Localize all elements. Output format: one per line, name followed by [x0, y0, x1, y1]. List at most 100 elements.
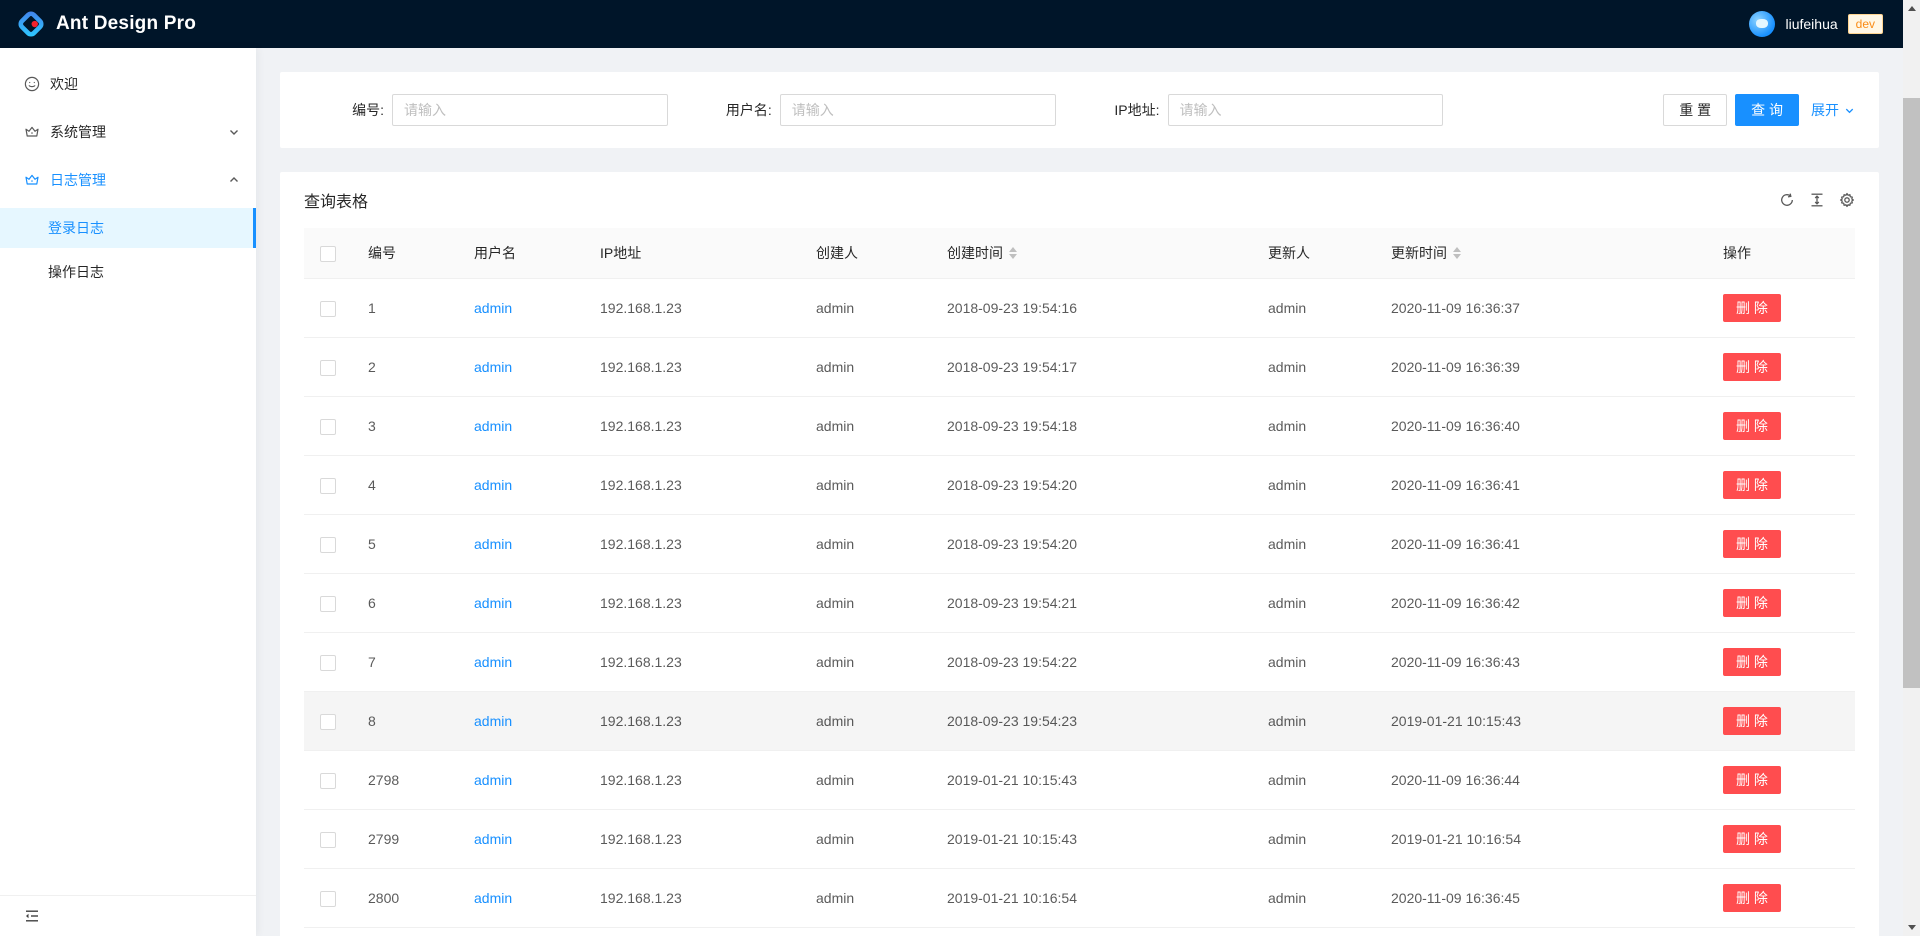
- table-row: 7admin192.168.1.23admin2018-09-23 19:54:…: [304, 633, 1855, 692]
- cell-updated-at: 2019-01-22 14:43:09: [1383, 928, 1715, 936]
- cell-username: admin: [466, 574, 592, 633]
- table-row: 2admin192.168.1.23admin2018-09-23 19:54:…: [304, 338, 1855, 397]
- scroll-up-icon[interactable]: [1903, 0, 1920, 17]
- menu-fold-icon[interactable]: [24, 908, 40, 924]
- delete-button[interactable]: 删 除: [1723, 471, 1781, 499]
- username-link[interactable]: admin: [474, 831, 512, 847]
- cell-created-at: 2019-01-21 10:15:43: [939, 810, 1260, 869]
- cell-created-at: 2019-01-21 10:15:43: [939, 751, 1260, 810]
- cell-created-at: 2018-09-23 19:54:23: [939, 692, 1260, 751]
- cell-action: 删 除: [1715, 810, 1855, 869]
- table-card: 查询表格: [280, 172, 1879, 936]
- column-header-creator[interactable]: 创建人: [808, 228, 939, 279]
- user-avatar[interactable]: [1749, 11, 1775, 37]
- cell-updater: admin: [1260, 574, 1383, 633]
- row-checkbox[interactable]: [320, 596, 336, 612]
- username-link[interactable]: admin: [474, 536, 512, 552]
- username-link[interactable]: admin: [474, 772, 512, 788]
- delete-button[interactable]: 删 除: [1723, 294, 1781, 322]
- cell-id: 2: [360, 338, 466, 397]
- cell-updater: admin: [1260, 692, 1383, 751]
- row-checkbox[interactable]: [320, 478, 336, 494]
- row-checkbox-cell: [304, 515, 360, 574]
- sorter-icon[interactable]: [1453, 247, 1461, 259]
- column-header-username[interactable]: 用户名: [466, 228, 592, 279]
- query-button[interactable]: 查 询: [1735, 94, 1799, 126]
- cell-id: 6: [360, 574, 466, 633]
- sidebar-item-operation-log[interactable]: 操作日志: [0, 252, 256, 292]
- sidebar-footer: [0, 895, 256, 936]
- username-link[interactable]: admin: [474, 359, 512, 375]
- brand[interactable]: Ant Design Pro: [16, 9, 196, 39]
- username-link[interactable]: admin: [474, 890, 512, 906]
- delete-button[interactable]: 删 除: [1723, 766, 1781, 794]
- username-link[interactable]: admin: [474, 477, 512, 493]
- username-link[interactable]: admin: [474, 300, 512, 316]
- reset-button[interactable]: 重 置: [1663, 94, 1727, 126]
- column-header-ip[interactable]: IP地址: [592, 228, 808, 279]
- username-link[interactable]: admin: [474, 713, 512, 729]
- table-title: 查询表格: [304, 188, 368, 212]
- column-header-updated-at[interactable]: 更新时间: [1383, 228, 1715, 279]
- cell-action: 删 除: [1715, 279, 1855, 338]
- select-all-checkbox[interactable]: [320, 246, 336, 262]
- settings-icon[interactable]: [1839, 192, 1855, 208]
- reload-icon[interactable]: [1779, 192, 1795, 208]
- delete-button[interactable]: 删 除: [1723, 530, 1781, 558]
- row-checkbox-cell: [304, 751, 360, 810]
- row-checkbox[interactable]: [320, 714, 336, 730]
- chevron-up-icon: [228, 174, 240, 186]
- delete-button[interactable]: 删 除: [1723, 884, 1781, 912]
- sidebar-item-label: 日志管理: [50, 170, 106, 190]
- sidebar-item-login-log[interactable]: 登录日志: [0, 208, 256, 248]
- table-row: 2800admin192.168.1.23admin2019-01-21 10:…: [304, 869, 1855, 928]
- column-header-id[interactable]: 编号: [360, 228, 466, 279]
- scrollbar-thumb[interactable]: [1903, 98, 1920, 688]
- expand-link[interactable]: 展开: [1811, 100, 1855, 120]
- cell-username: admin: [466, 869, 592, 928]
- row-checkbox[interactable]: [320, 832, 336, 848]
- delete-button[interactable]: 删 除: [1723, 412, 1781, 440]
- cell-creator: admin: [808, 456, 939, 515]
- cell-updater: admin: [1260, 928, 1383, 936]
- delete-button[interactable]: 删 除: [1723, 707, 1781, 735]
- delete-button[interactable]: 删 除: [1723, 353, 1781, 381]
- column-header-created-at[interactable]: 创建时间: [939, 228, 1260, 279]
- delete-button[interactable]: 删 除: [1723, 648, 1781, 676]
- row-checkbox[interactable]: [320, 301, 336, 317]
- row-checkbox[interactable]: [320, 360, 336, 376]
- sidebar-item-label: 欢迎: [50, 74, 78, 94]
- column-header-updater[interactable]: 更新人: [1260, 228, 1383, 279]
- ip-field[interactable]: [1168, 94, 1444, 126]
- cell-username: admin: [466, 928, 592, 936]
- username[interactable]: liufeihua: [1785, 16, 1837, 32]
- delete-button[interactable]: 删 除: [1723, 589, 1781, 617]
- cell-action: 删 除: [1715, 574, 1855, 633]
- row-checkbox-cell: [304, 692, 360, 751]
- cell-updater: admin: [1260, 751, 1383, 810]
- column-height-icon[interactable]: [1809, 192, 1825, 208]
- cell-updated-at: 2020-11-09 16:36:39: [1383, 338, 1715, 397]
- delete-button[interactable]: 删 除: [1723, 825, 1781, 853]
- row-checkbox[interactable]: [320, 419, 336, 435]
- row-checkbox[interactable]: [320, 891, 336, 907]
- cell-updater: admin: [1260, 397, 1383, 456]
- row-checkbox[interactable]: [320, 537, 336, 553]
- username-link[interactable]: admin: [474, 654, 512, 670]
- browser-scrollbar[interactable]: [1903, 0, 1920, 936]
- sidebar-item-log-management[interactable]: 日志管理: [0, 160, 256, 200]
- cell-username: admin: [466, 338, 592, 397]
- sorter-icon[interactable]: [1009, 247, 1017, 259]
- cell-action: 删 除: [1715, 869, 1855, 928]
- row-checkbox[interactable]: [320, 773, 336, 789]
- cell-username: admin: [466, 633, 592, 692]
- row-checkbox[interactable]: [320, 655, 336, 671]
- sidebar-item-system-management[interactable]: 系统管理: [0, 112, 256, 152]
- username-link[interactable]: admin: [474, 418, 512, 434]
- sidebar-item-welcome[interactable]: 欢迎: [0, 64, 256, 104]
- id-field[interactable]: [392, 94, 668, 126]
- env-tag: dev: [1848, 14, 1883, 34]
- username-field[interactable]: [780, 94, 1056, 126]
- scroll-down-icon[interactable]: [1903, 919, 1920, 936]
- username-link[interactable]: admin: [474, 595, 512, 611]
